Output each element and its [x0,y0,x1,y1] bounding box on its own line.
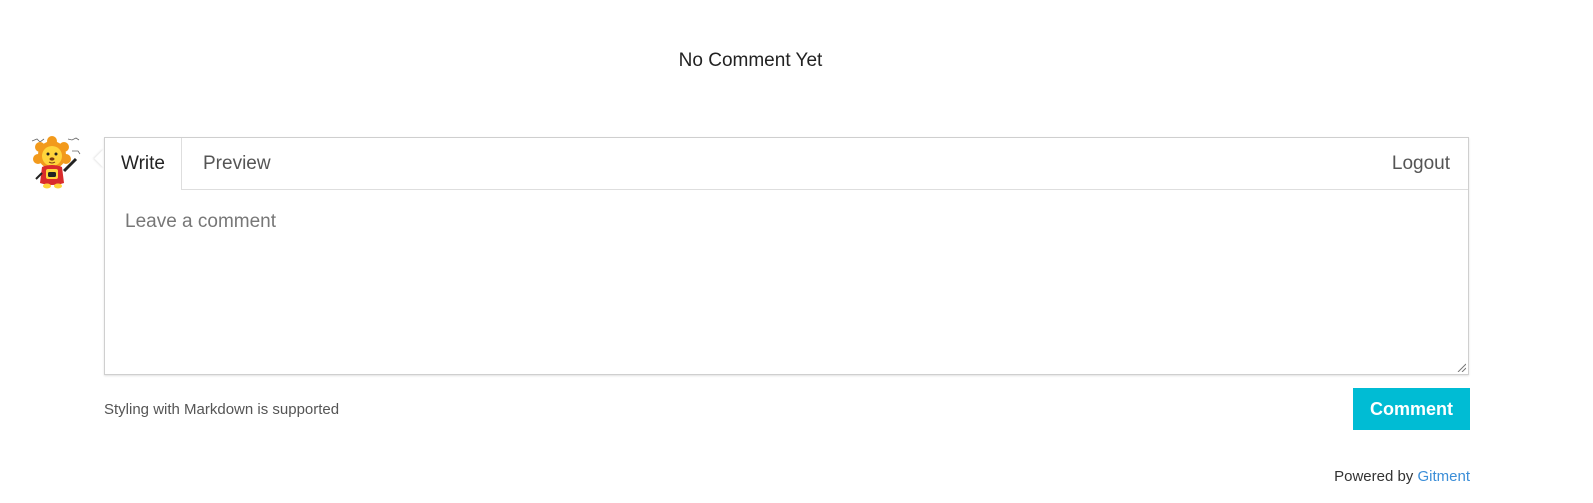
no-comment-heading: No Comment Yet [678,50,823,71]
gitment-link[interactable]: Gitment [1417,468,1470,485]
editor-tab-bar: Write Preview Logout [105,138,1468,190]
markdown-support-note: Styling with Markdown is supported [104,401,340,418]
logout-button[interactable]: Logout [1392,138,1450,190]
powered-by-prefix: Powered by [1334,468,1414,485]
resize-grip-icon[interactable] [1456,362,1466,372]
editor-arrow-cover [105,145,117,173]
user-avatar[interactable] [30,133,84,193]
comment-textarea[interactable] [105,190,1468,374]
comment-submit-button[interactable]: Comment [1353,388,1470,430]
comment-editor: Write Preview Logout [104,137,1469,375]
lion-cartoon-avatar-icon [31,136,81,189]
powered-by-footer: Powered by Gitment [1334,468,1470,485]
tab-preview[interactable]: Preview [203,138,271,190]
